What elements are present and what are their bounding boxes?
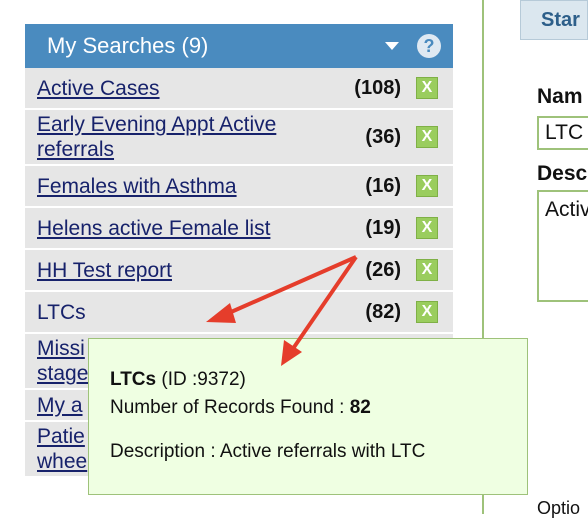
tooltip-search-name: LTCs [110,369,157,390]
record-count: (26) [365,258,401,281]
tooltip-spacer [110,425,527,441]
search-row: Active Cases (108) X [25,68,453,110]
search-row: Early Evening Appt Active referrals (36)… [25,110,453,166]
delete-icon[interactable]: X [416,175,438,197]
tooltip-title-line: LTCs (ID :9372) [110,369,527,391]
record-count: (19) [365,216,401,239]
tooltip-records-label: Number of Records Found : [110,397,350,418]
search-link[interactable]: Early Evening Appt Active referrals [37,112,327,162]
delete-icon[interactable]: X [416,259,438,281]
tooltip-description: Description : Active referrals with LTC [110,441,426,462]
delete-icon[interactable]: X [416,126,438,148]
delete-icon[interactable]: X [416,77,438,99]
panel-header: My Searches (9) ? [25,24,453,68]
tooltip-records-line: Number of Records Found : 82 [110,397,527,419]
description-label: Desc [537,162,588,185]
search-link[interactable]: Active Cases [37,76,327,101]
search-link[interactable]: Helens active Female list [37,216,327,241]
name-field[interactable]: LTC [537,116,588,150]
tooltip-records-value: 82 [349,397,371,418]
search-row: LTCs (82) X [25,292,453,334]
search-row: Females with Asthma (16) X [25,166,453,208]
search-details-panel: Star Nam LTC Desc Activ Optio [520,0,588,518]
tab-start[interactable]: Star [520,0,588,40]
description-field[interactable]: Activ [537,190,588,302]
record-count: (36) [365,125,401,148]
search-link[interactable]: HH Test report [37,258,327,283]
search-tooltip: LTCs (ID :9372) Number of Records Found … [88,338,528,495]
search-row: HH Test report (26) X [25,250,453,292]
options-label: Optio [537,498,581,518]
delete-icon[interactable]: X [416,301,438,323]
record-count: (16) [365,174,401,197]
search-link[interactable]: Females with Asthma [37,174,327,199]
search-link[interactable]: Missi stage [37,336,88,386]
chevron-down-icon[interactable] [385,42,399,50]
record-count: (82) [365,300,401,323]
tooltip-search-id: (ID :9372) [161,369,246,390]
help-icon[interactable]: ? [417,34,441,58]
search-link[interactable]: My a [37,393,87,418]
search-link[interactable]: LTCs [37,300,327,325]
delete-icon[interactable]: X [416,217,438,239]
panel-title: My Searches (9) [47,33,209,58]
search-link[interactable]: Patie whee [37,424,87,474]
name-label: Nam [537,85,583,108]
record-count: (108) [354,76,401,99]
search-row: Helens active Female list (19) X [25,208,453,250]
